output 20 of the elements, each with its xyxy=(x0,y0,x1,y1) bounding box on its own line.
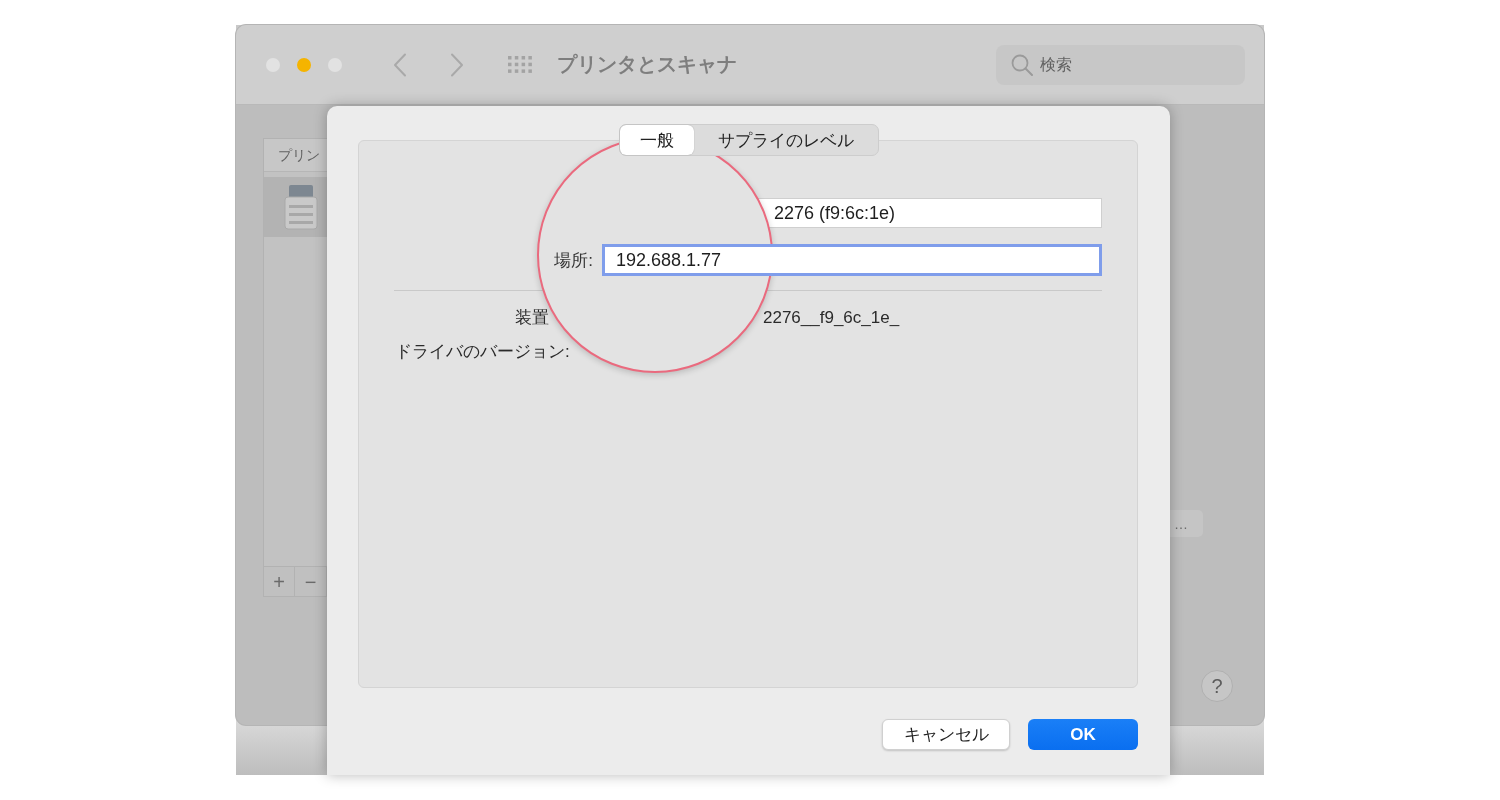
tab[interactable]: 一般 xyxy=(619,125,694,155)
minimize-icon[interactable] xyxy=(297,57,311,72)
cancel-button[interactable]: キャンセル xyxy=(882,719,1010,750)
help-button[interactable]: ? xyxy=(1201,670,1233,702)
ok-button[interactable]: OK xyxy=(1028,719,1138,750)
detail-label: ドライバのバージョン: xyxy=(395,341,570,363)
window-title: プリンタとスキャナ xyxy=(557,52,737,77)
location-field[interactable]: 192.688.1.77 xyxy=(602,244,1102,276)
chevron-left-icon[interactable] xyxy=(393,52,407,77)
field-label: 場所: xyxy=(554,250,593,270)
printer-list-item[interactable] xyxy=(264,177,327,237)
detail-label: 装置 xyxy=(515,308,549,327)
printer-icon xyxy=(283,183,319,231)
chevron-right-icon[interactable] xyxy=(450,52,464,77)
tab[interactable]: サプライのレベル xyxy=(693,125,878,155)
grid-icon[interactable] xyxy=(508,56,532,73)
list-header: プリン xyxy=(264,139,327,172)
detail-value: 2276__f9_6c_1e_ xyxy=(763,307,900,329)
search-field[interactable]: 検索 xyxy=(996,44,1245,85)
search-icon xyxy=(1011,53,1033,76)
